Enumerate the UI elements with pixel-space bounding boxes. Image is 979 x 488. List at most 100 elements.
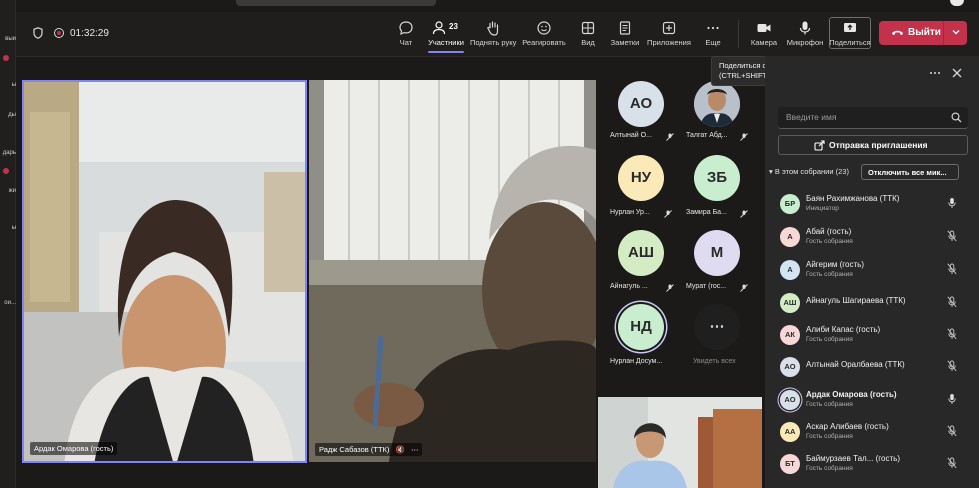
shield-icon[interactable] xyxy=(33,27,43,39)
chat-button[interactable]: Чат xyxy=(394,20,418,47)
react-button[interactable]: Реагировать xyxy=(522,20,566,47)
grid-avatar-2[interactable]: НУ xyxy=(618,155,664,201)
apps-button[interactable]: Приложения xyxy=(646,20,692,47)
raise-hand-button[interactable]: Поднять руку xyxy=(470,20,516,47)
microphone-icon xyxy=(799,21,811,35)
close-icon[interactable] xyxy=(952,68,962,78)
more-dots-icon xyxy=(707,26,719,30)
grid-avatar-1[interactable] xyxy=(694,81,740,127)
meeting-section-header[interactable]: ▾ В этом собрании (23) xyxy=(769,167,849,176)
rail-item-apps[interactable]: ои... xyxy=(0,300,16,306)
search-input[interactable] xyxy=(778,107,938,127)
leave-button[interactable]: Выйти xyxy=(879,21,967,45)
camera-label: Камера xyxy=(750,38,778,47)
view-label: Вид xyxy=(581,38,595,47)
participants-button[interactable]: Участники xyxy=(426,20,466,47)
invite-button[interactable]: Отправка приглашения xyxy=(778,135,968,155)
more-button[interactable]: Еще xyxy=(702,20,724,47)
share-invite-icon xyxy=(814,140,825,151)
user-avatar[interactable] xyxy=(950,0,964,6)
grid-avatar-5[interactable]: М xyxy=(694,230,740,276)
tile-more-icon[interactable]: ⋯ xyxy=(411,445,419,454)
mute-all-button[interactable]: Отключить все мик... xyxy=(861,164,959,180)
panel-more-icon[interactable] xyxy=(929,70,941,76)
mic-off-icon[interactable] xyxy=(947,296,957,308)
video-tile-ardak[interactable]: Ардак Омарова (гость) xyxy=(22,80,307,463)
notification-dot xyxy=(3,55,9,61)
tile-name-radzh: Радж Сабазов (ТТК) 🔇 ⋯ xyxy=(315,443,423,456)
participant-role: Гость собрания xyxy=(806,336,853,343)
video-frame-ardak xyxy=(24,82,305,461)
camera-icon xyxy=(757,24,771,32)
mic-off-icon[interactable] xyxy=(947,457,957,469)
microphone-icon[interactable] xyxy=(947,197,957,209)
participant-avatar: БР xyxy=(780,194,800,214)
grid-photo-talgat xyxy=(694,81,740,127)
mic-off-icon[interactable] xyxy=(947,425,957,437)
notes-icon xyxy=(619,21,631,35)
participant-avatar: АК xyxy=(780,325,800,345)
participant-row[interactable]: А Айгерим (гость) Гость собрания xyxy=(765,257,979,289)
share-button[interactable]: Поделиться xyxy=(829,20,871,47)
hang-up-icon xyxy=(892,30,903,35)
chevron-down-icon[interactable] xyxy=(950,26,962,38)
participant-row[interactable]: АО Ардак Омарова (гость) Гость собрания xyxy=(765,387,979,419)
participant-row[interactable]: АК Алиби Капас (гость) Гость собрания xyxy=(765,322,979,354)
mic-off-icon[interactable] xyxy=(947,328,957,340)
mic-off-icon xyxy=(740,133,748,141)
notification-dot-2 xyxy=(3,168,9,174)
grid-avatar-3[interactable]: ЗБ xyxy=(694,155,740,201)
microphone-icon[interactable] xyxy=(947,393,957,405)
participant-row[interactable]: АШ Айнагуль Шагираева (ТТК) xyxy=(765,290,979,322)
participant-row[interactable]: АО Алтынай Оралбаева (ТТК) xyxy=(765,354,979,386)
mic-off-icon[interactable] xyxy=(947,263,957,275)
smile-icon xyxy=(537,21,551,35)
notes-button[interactable]: Заметки xyxy=(609,20,641,47)
see-all-button[interactable]: ⋯ xyxy=(694,304,740,350)
grid-avatar-6[interactable]: НД xyxy=(618,304,664,350)
search-icon xyxy=(951,112,962,123)
participant-role: Гость собрания xyxy=(806,465,853,472)
participant-name: Баян Рахимжанова (ТТК) xyxy=(806,194,900,203)
participant-row[interactable]: БР Баян Рахимжанова (ТТК) Инициатор xyxy=(765,191,979,223)
share-label: Поделиться xyxy=(829,38,871,47)
share-screen-icon xyxy=(844,23,856,32)
mic-off-icon xyxy=(666,133,674,141)
rail-item-teams[interactable]: ды xyxy=(0,112,16,118)
grid-name-5: Мурат (гос... xyxy=(686,283,727,290)
participant-name: Аскар Алибаев (гость) xyxy=(806,422,889,431)
leave-split xyxy=(943,21,944,45)
grid-avatar-0[interactable]: АО xyxy=(618,81,664,127)
grid-name-0: Алтынай О... xyxy=(610,132,652,139)
participant-avatar: А xyxy=(780,227,800,247)
video-tile-radzh[interactable]: Радж Сабазов (ТТК) 🔇 ⋯ xyxy=(309,80,596,462)
tile-name-ardak: Ардак Омарова (гость) xyxy=(30,442,118,455)
rail-item-activity[interactable]: вый xyxy=(0,36,16,42)
rail-item-calendar[interactable]: дарь xyxy=(0,150,16,156)
self-video-tile[interactable] xyxy=(598,397,762,488)
grid-name-6: Нурлан Досум... xyxy=(610,358,663,365)
rail-item-chat[interactable]: ы xyxy=(0,82,16,88)
chat-label: Чат xyxy=(399,38,413,47)
mic-button[interactable]: Микрофон xyxy=(785,20,825,47)
camera-button[interactable]: Камера xyxy=(750,20,778,47)
participant-name: Айнагуль Шагираева (ТТК) xyxy=(806,296,906,305)
participant-role: Гость собрания xyxy=(806,433,853,440)
mic-off-icon[interactable] xyxy=(947,360,957,372)
participant-search[interactable] xyxy=(778,107,968,129)
participants-panel: Отправка приглашения ▾ В этом собрании (… xyxy=(765,56,979,488)
grid-avatar-4[interactable]: АШ xyxy=(618,230,664,276)
active-tab-indicator xyxy=(428,51,464,53)
mic-off-icon[interactable] xyxy=(947,230,957,242)
rail-item-calls[interactable]: жи xyxy=(0,188,16,194)
view-button[interactable]: Вид xyxy=(577,20,599,47)
participant-row[interactable]: БТ Баймурзаев Тал... (гость) Гость собра… xyxy=(765,451,979,483)
rail-item-files[interactable]: ы xyxy=(0,225,16,231)
participant-row[interactable]: АА Аскар Алибаев (гость) Гость собрания xyxy=(765,419,979,451)
participant-row[interactable]: А Абай (гость) Гость собрания xyxy=(765,224,979,256)
grid-initials-5: М xyxy=(710,244,724,261)
participant-role: Инициатор xyxy=(806,205,839,212)
see-all-label[interactable]: Увидеть всех xyxy=(693,358,736,365)
participant-role: Гость собрания xyxy=(806,401,853,408)
participant-avatar: АА xyxy=(780,422,800,442)
